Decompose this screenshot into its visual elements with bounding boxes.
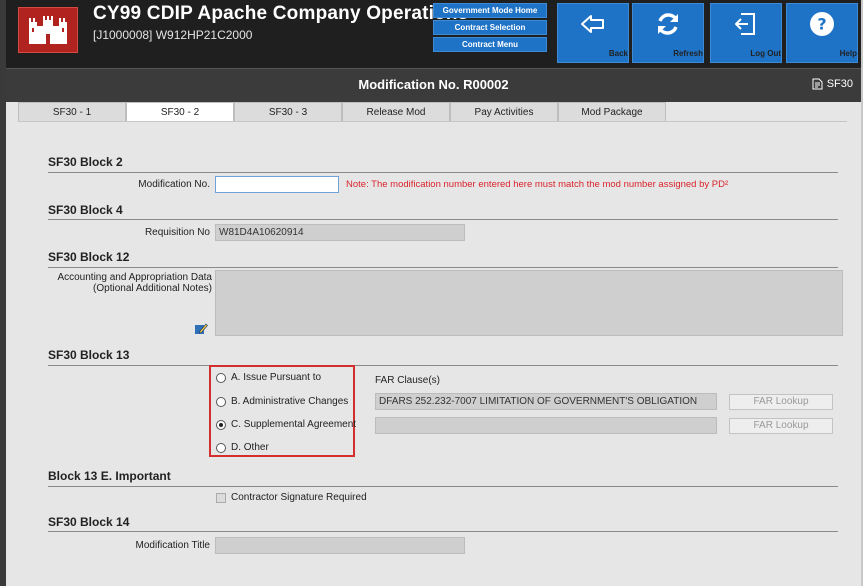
government-mode-home-button[interactable]: Government Mode Home bbox=[433, 3, 547, 18]
modification-no-note: Note: The modification number entered he… bbox=[346, 179, 729, 190]
back-label: Back bbox=[608, 49, 628, 58]
tab-mod-package[interactable]: Mod Package bbox=[558, 102, 666, 122]
block4-divider bbox=[48, 219, 838, 220]
far-clauses-header: FAR Clause(s) bbox=[375, 375, 441, 386]
sf30-form-panel: SF30 Block 2 Modification No. Note: The … bbox=[18, 122, 852, 586]
nav-stack: Government Mode Home Contract Selection … bbox=[433, 3, 547, 54]
far-clause-field-2 bbox=[375, 417, 717, 434]
block4-heading: SF30 Block 4 bbox=[48, 203, 123, 217]
modification-no-label: Modification No. bbox=[138, 179, 210, 190]
accounting-data-textarea bbox=[215, 270, 843, 336]
block2-heading: SF30 Block 2 bbox=[48, 155, 123, 169]
modification-title-bar: Modification No. R00002 SF30 bbox=[6, 68, 861, 102]
block12-divider bbox=[48, 267, 838, 268]
radio-indicator bbox=[216, 442, 226, 453]
modification-title-label: Modification Title bbox=[135, 540, 210, 551]
sf30-link-label: SF30 bbox=[826, 78, 853, 90]
far-lookup-button-1[interactable]: FAR Lookup bbox=[729, 394, 833, 410]
radio-indicator-selected bbox=[216, 419, 226, 430]
accounting-data-label-line1: Accounting and Appropriation Data bbox=[57, 272, 212, 283]
block13e-heading: Block 13 E. Important bbox=[48, 469, 171, 483]
accounting-data-label-line2: (Optional Additional Notes) bbox=[93, 283, 212, 294]
svg-text:?: ? bbox=[817, 15, 826, 34]
radio-issue-pursuant[interactable]: A. Issue Pursuant to bbox=[216, 372, 321, 383]
radio-indicator bbox=[216, 372, 226, 383]
modification-title-field bbox=[215, 537, 465, 554]
block13e-divider bbox=[48, 486, 838, 487]
help-button[interactable]: ? Help bbox=[786, 3, 858, 63]
checkbox-indicator bbox=[216, 492, 226, 503]
far-lookup-button-2[interactable]: FAR Lookup bbox=[729, 418, 833, 434]
tab-sf30-2[interactable]: SF30 - 2 bbox=[126, 102, 234, 122]
requisition-no-label: Requisition No bbox=[144, 227, 210, 238]
help-icon: ? bbox=[810, 12, 834, 36]
radio-administrative-changes[interactable]: B. Administrative Changes bbox=[216, 396, 348, 407]
contractor-signature-label: Contractor Signature Required bbox=[231, 492, 367, 503]
castle-icon bbox=[29, 16, 67, 44]
block2-divider bbox=[48, 172, 838, 173]
block14-heading: SF30 Block 14 bbox=[48, 515, 130, 529]
contractor-signature-checkbox[interactable]: Contractor Signature Required bbox=[216, 492, 367, 503]
tab-sf30-1[interactable]: SF30 - 1 bbox=[18, 102, 126, 122]
block14-divider bbox=[48, 531, 838, 532]
radio-issue-pursuant-label: A. Issue Pursuant to bbox=[231, 372, 322, 383]
edit-notes-icon[interactable] bbox=[194, 322, 208, 335]
sf30-document-link[interactable]: SF30 bbox=[812, 78, 853, 90]
tab-release-mod[interactable]: Release Mod bbox=[342, 102, 450, 122]
back-button[interactable]: Back bbox=[557, 3, 629, 63]
app-title: CY99 CDIP Apache Company Operations bbox=[93, 3, 469, 24]
contract-subtitle: [J1000008] W912HP21C2000 bbox=[93, 28, 253, 42]
app-window: CY99 CDIP Apache Company Operations [J10… bbox=[0, 0, 863, 586]
radio-administrative-changes-label: B. Administrative Changes bbox=[231, 396, 349, 407]
requisition-no-field: W81D4A10620914 bbox=[215, 224, 465, 241]
refresh-icon bbox=[658, 13, 678, 35]
logout-icon bbox=[735, 13, 755, 35]
radio-supplemental-agreement[interactable]: C. Supplemental Agreement bbox=[216, 419, 356, 430]
refresh-label: Refresh bbox=[673, 49, 703, 58]
radio-indicator bbox=[216, 396, 226, 407]
radio-other-label: D. Other bbox=[231, 442, 269, 453]
modification-no-input[interactable] bbox=[215, 176, 339, 193]
refresh-button[interactable]: Refresh bbox=[632, 3, 704, 63]
radio-supplemental-agreement-label: C. Supplemental Agreement bbox=[231, 419, 357, 430]
document-icon bbox=[812, 78, 823, 90]
tab-pay-activities[interactable]: Pay Activities bbox=[450, 102, 558, 122]
back-arrow-icon bbox=[581, 15, 604, 33]
block13-divider bbox=[48, 365, 838, 366]
logout-label: Log Out bbox=[750, 49, 781, 58]
tab-strip: SF30 - 1 SF30 - 2 SF30 - 3 Release Mod P… bbox=[18, 102, 666, 122]
contract-menu-button[interactable]: Contract Menu bbox=[433, 37, 547, 52]
block12-heading: SF30 Block 12 bbox=[48, 250, 130, 264]
accounting-data-label: Accounting and Appropriation Data (Optio… bbox=[28, 272, 212, 294]
block13-heading: SF30 Block 13 bbox=[48, 348, 130, 362]
tab-sf30-3[interactable]: SF30 - 3 bbox=[234, 102, 342, 122]
help-label: Help bbox=[839, 49, 857, 58]
far-clause-field-1: DFARS 252.232-7007 LIMITATION OF GOVERNM… bbox=[375, 393, 717, 410]
logout-button[interactable]: Log Out bbox=[710, 3, 782, 63]
contract-selection-button[interactable]: Contract Selection bbox=[433, 20, 547, 35]
modification-number-title: Modification No. R00002 bbox=[358, 77, 509, 92]
header-bar: CY99 CDIP Apache Company Operations [J10… bbox=[6, 0, 861, 68]
radio-other[interactable]: D. Other bbox=[216, 442, 269, 453]
usace-castle-logo bbox=[18, 7, 78, 53]
